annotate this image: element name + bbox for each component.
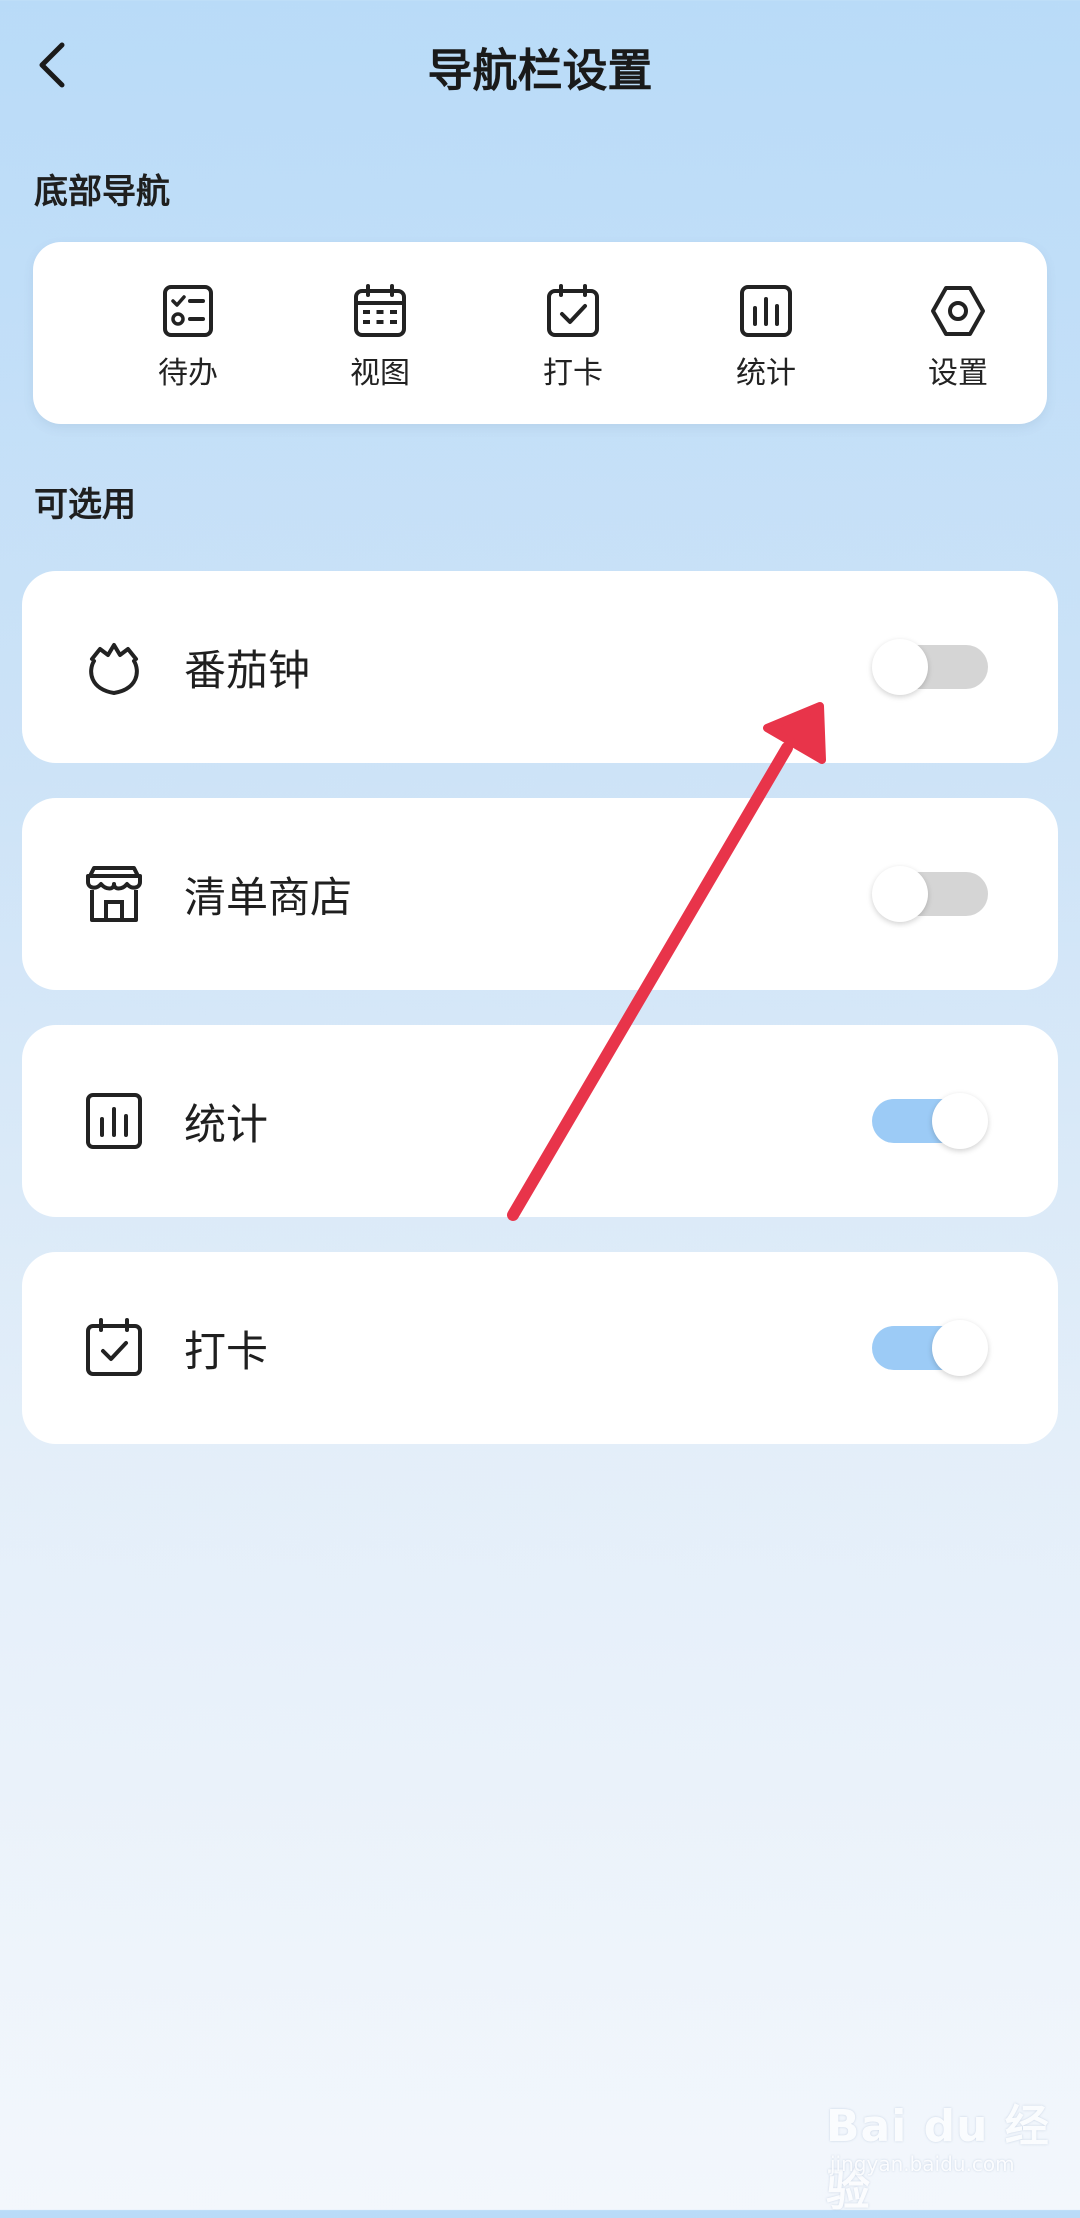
nav-item-view[interactable]: 视图 (315, 282, 445, 392)
nav-item-checkin[interactable]: 打卡 (508, 282, 638, 392)
toggle-knob (932, 1093, 988, 1149)
store-icon (86, 866, 142, 922)
nav-item-label: 待办 (158, 356, 218, 391)
toggle-tomato[interactable] (872, 639, 988, 695)
nav-item-todo[interactable]: 待办 (123, 282, 253, 392)
header: 导航栏设置 (0, 0, 1080, 130)
toggle-knob (872, 866, 928, 922)
section-label-optional: 可选用 (34, 485, 136, 525)
toggle-store[interactable] (872, 866, 988, 922)
nav-item-label: 设置 (928, 356, 988, 391)
optional-item-tomato: 番茄钟 (22, 571, 1058, 763)
toggle-knob (872, 639, 928, 695)
calendar-check-icon (86, 1318, 142, 1376)
hexagon-settings-icon (931, 286, 985, 336)
optional-item-checkin: 打卡 (22, 1252, 1058, 1444)
toggle-stats[interactable] (872, 1093, 988, 1149)
page-title: 导航栏设置 (427, 44, 653, 97)
bar-chart-icon (86, 1093, 142, 1149)
bar-chart-icon (740, 285, 792, 337)
nav-item-stats[interactable]: 统计 (701, 282, 831, 392)
optional-item-stats: 统计 (22, 1025, 1058, 1217)
bottom-nav-card: 待办 视图 打卡 统计 设置 (33, 242, 1047, 424)
tomato-icon (89, 643, 139, 696)
optional-item-label: 统计 (184, 1100, 269, 1149)
optional-item-label: 打卡 (184, 1327, 269, 1376)
nav-item-label: 视图 (350, 356, 410, 391)
toggle-checkin[interactable] (872, 1320, 988, 1376)
calendar-grid-icon (354, 284, 406, 337)
toggle-knob (932, 1320, 988, 1376)
nav-item-label: 统计 (736, 356, 796, 391)
calendar-check-icon (547, 284, 599, 337)
section-label-bottom-nav: 底部导航 (34, 172, 170, 212)
checklist-icon (163, 285, 213, 337)
optional-item-store: 清单商店 (22, 798, 1058, 990)
nav-item-settings[interactable]: 设置 (893, 282, 1023, 392)
baidu-jingyan-watermark: Bai du 经验 jingyan.baidu.com (826, 2090, 1066, 2216)
optional-item-label: 清单商店 (184, 873, 353, 922)
optional-item-label: 番茄钟 (184, 646, 311, 695)
nav-item-label: 打卡 (543, 356, 603, 391)
watermark-sub: jingyan.baidu.com (830, 2152, 1015, 2176)
